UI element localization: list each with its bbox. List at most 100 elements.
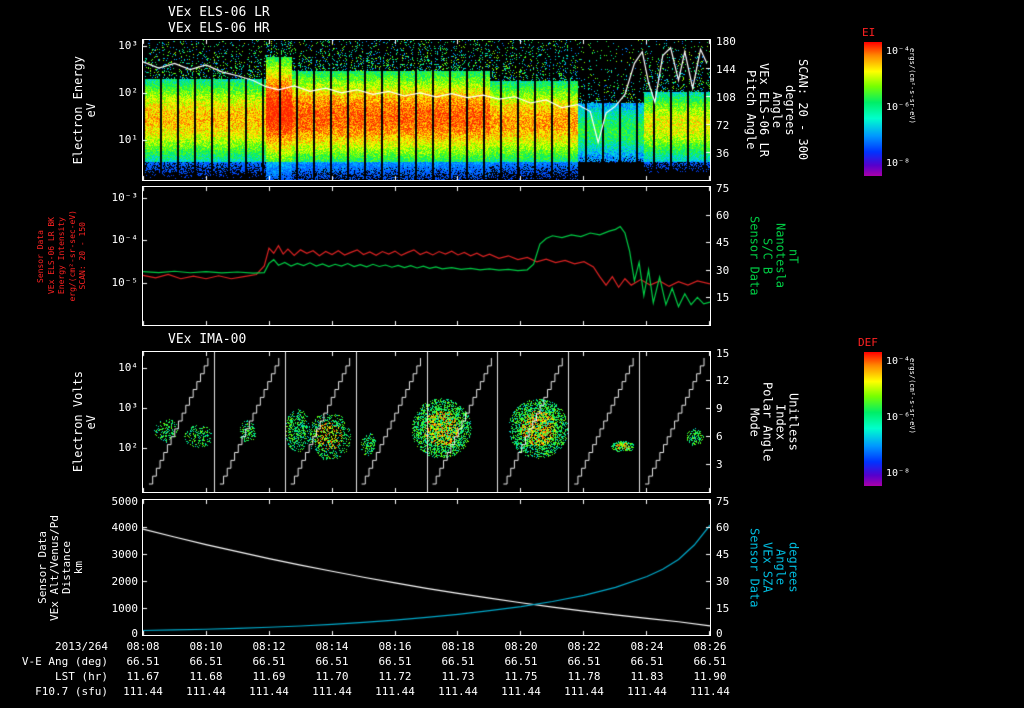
axis-title-line: VEx Alt/Venus/Pd xyxy=(47,514,61,621)
panel1-right-axis-title: Pitch Angle VEx ELS-06 LR Angle degrees … xyxy=(738,40,816,180)
tick-label: 66.51 xyxy=(441,655,475,668)
tick-label: 10⁻⁵ xyxy=(111,276,139,289)
tick-label: 45 xyxy=(716,548,730,561)
tick-label: 111.44 xyxy=(690,685,730,698)
tick-label: 66.51 xyxy=(693,655,727,668)
tick-label: 11.83 xyxy=(630,670,664,683)
tick-label: 10⁻⁴ xyxy=(886,356,911,367)
axis-title-line: Sensor Data xyxy=(36,229,46,283)
axis-title-line: eV xyxy=(83,414,98,430)
tick-label: 3000 xyxy=(111,548,139,561)
tick-label: 3 xyxy=(716,458,723,471)
tick-label: 10⁻⁸ xyxy=(886,468,911,479)
axis-title-line: Sensor Data xyxy=(747,216,762,296)
tick-label: 10¹ xyxy=(118,133,138,146)
axis-title-line: Nanotesla xyxy=(773,223,788,289)
tick-label: 08:18 xyxy=(441,640,475,653)
axis-title-line: km xyxy=(71,560,85,575)
axis-title-line: nT xyxy=(786,248,801,264)
tick-label: 11.73 xyxy=(441,670,475,683)
tick-label: 08:24 xyxy=(630,640,664,653)
tick-label: 5000 xyxy=(111,495,139,508)
intensity-bfield-canvas xyxy=(143,187,710,325)
tick-label: 111.44 xyxy=(123,685,163,698)
tick-label: 111.44 xyxy=(186,685,226,698)
panel4-right-axis-title: Sensor Data VEx SZA Angle degrees xyxy=(742,500,806,635)
axis-title-line: eV xyxy=(83,102,98,118)
tick-label: 30 xyxy=(716,264,730,277)
axis-title-line: Sensor Data xyxy=(747,527,762,608)
colorbar-ei xyxy=(864,42,882,176)
tick-label: 75 xyxy=(716,495,730,508)
tick-label: LST (hr) xyxy=(55,670,108,683)
tick-label: 11.72 xyxy=(378,670,412,683)
axis-title-line: degrees xyxy=(786,542,801,593)
axis-title-line: Pitch Angle xyxy=(744,70,758,150)
tick-label: 66.51 xyxy=(252,655,286,668)
tick-label: 6 xyxy=(716,430,723,443)
tick-label: 36 xyxy=(716,147,730,160)
tick-label: 11.69 xyxy=(252,670,286,683)
tick-label: 66.51 xyxy=(378,655,412,668)
tick-label: 108 xyxy=(716,91,736,104)
tick-label: 08:12 xyxy=(252,640,286,653)
colorbar-def-title: DEF xyxy=(858,336,878,349)
tick-label: 0 xyxy=(131,627,138,640)
panel1-title-lr: VEx ELS-06 LR xyxy=(168,5,270,20)
tick-label: 66.51 xyxy=(315,655,349,668)
tick-label: 11.90 xyxy=(693,670,727,683)
panel3-ima-spectrogram xyxy=(142,351,711,493)
tick-label: 66.51 xyxy=(126,655,160,668)
tick-label: 2013/264 xyxy=(55,640,108,653)
panel1-left-axis-title: Electron Energy eV xyxy=(66,40,102,180)
panel2-right-axis-title: Sensor Data S/C B Nanotesla nT xyxy=(742,187,806,325)
tick-label: 2000 xyxy=(111,575,139,588)
tick-label: 111.44 xyxy=(375,685,415,698)
tick-label: 10² xyxy=(118,86,138,99)
tick-label: 10⁴ xyxy=(118,361,138,374)
axis-title-line: Index xyxy=(773,403,788,441)
tick-label: 08:22 xyxy=(567,640,601,653)
tick-label: 111.44 xyxy=(501,685,541,698)
tick-label: 45 xyxy=(716,236,730,249)
tick-label: 15 xyxy=(716,602,730,615)
panel2-left-axis-title: Sensor Data VEx ELS-06 LR BK Energy Inte… xyxy=(36,187,88,325)
tick-label: 4000 xyxy=(111,521,139,534)
tick-label: 10³ xyxy=(118,39,138,52)
panel1-title-hr: VEx ELS-06 HR xyxy=(168,21,270,36)
axis-title-line: VEx ELS-06 LR xyxy=(757,63,771,157)
tick-label: 30 xyxy=(716,575,730,588)
tick-label: 60 xyxy=(716,521,730,534)
tick-label: 08:10 xyxy=(189,640,223,653)
tick-label: 10⁻⁸ xyxy=(886,158,911,169)
tick-label: 11.67 xyxy=(126,670,160,683)
panel4-line-plot xyxy=(142,499,711,636)
axis-title-line: Polar Angle xyxy=(760,382,775,462)
panel3-left-axis-title: Electron Volts eV xyxy=(66,352,102,492)
axis-title-line: Sensor Data xyxy=(35,531,49,604)
tick-label: 111.44 xyxy=(249,685,289,698)
axis-title-line: Electron Energy xyxy=(70,55,85,165)
tick-label: 10⁻⁴ xyxy=(886,46,911,57)
tick-label: 60 xyxy=(716,209,730,222)
tick-label: 9 xyxy=(716,402,723,415)
tick-label: 15 xyxy=(716,347,730,360)
tick-label: 08:20 xyxy=(504,640,538,653)
colorbar-def xyxy=(864,352,882,486)
axis-title-line: Unitless xyxy=(786,393,801,451)
tick-label: 0 xyxy=(716,627,723,640)
tick-label: F10.7 (sfu) xyxy=(35,685,108,698)
axis-title-line: SCAN: 20 - 300 xyxy=(796,59,810,161)
tick-label: 75 xyxy=(716,182,730,195)
panel2-line-plot xyxy=(142,186,711,326)
axis-title-line: Electron Volts xyxy=(70,371,85,473)
axis-title-line: erg/(cm²-sr-sec-eV) xyxy=(67,210,77,302)
tick-label: 15 xyxy=(716,291,730,304)
vex-quicklook-plot-page: VEx ELS-06 LR VEx ELS-06 HR VEx IMA-00 E… xyxy=(0,0,1024,708)
tick-label: 10² xyxy=(118,441,138,454)
axis-title-line: VEx ELS-06 LR BK xyxy=(46,217,56,295)
tick-label: 10³ xyxy=(118,401,138,414)
tick-label: V-E Ang (deg) xyxy=(21,655,108,668)
panel4-left-axis-title: Sensor Data VEx Alt/Venus/Pd Distance km xyxy=(28,500,92,635)
tick-label: 10⁻⁶ xyxy=(886,102,911,113)
